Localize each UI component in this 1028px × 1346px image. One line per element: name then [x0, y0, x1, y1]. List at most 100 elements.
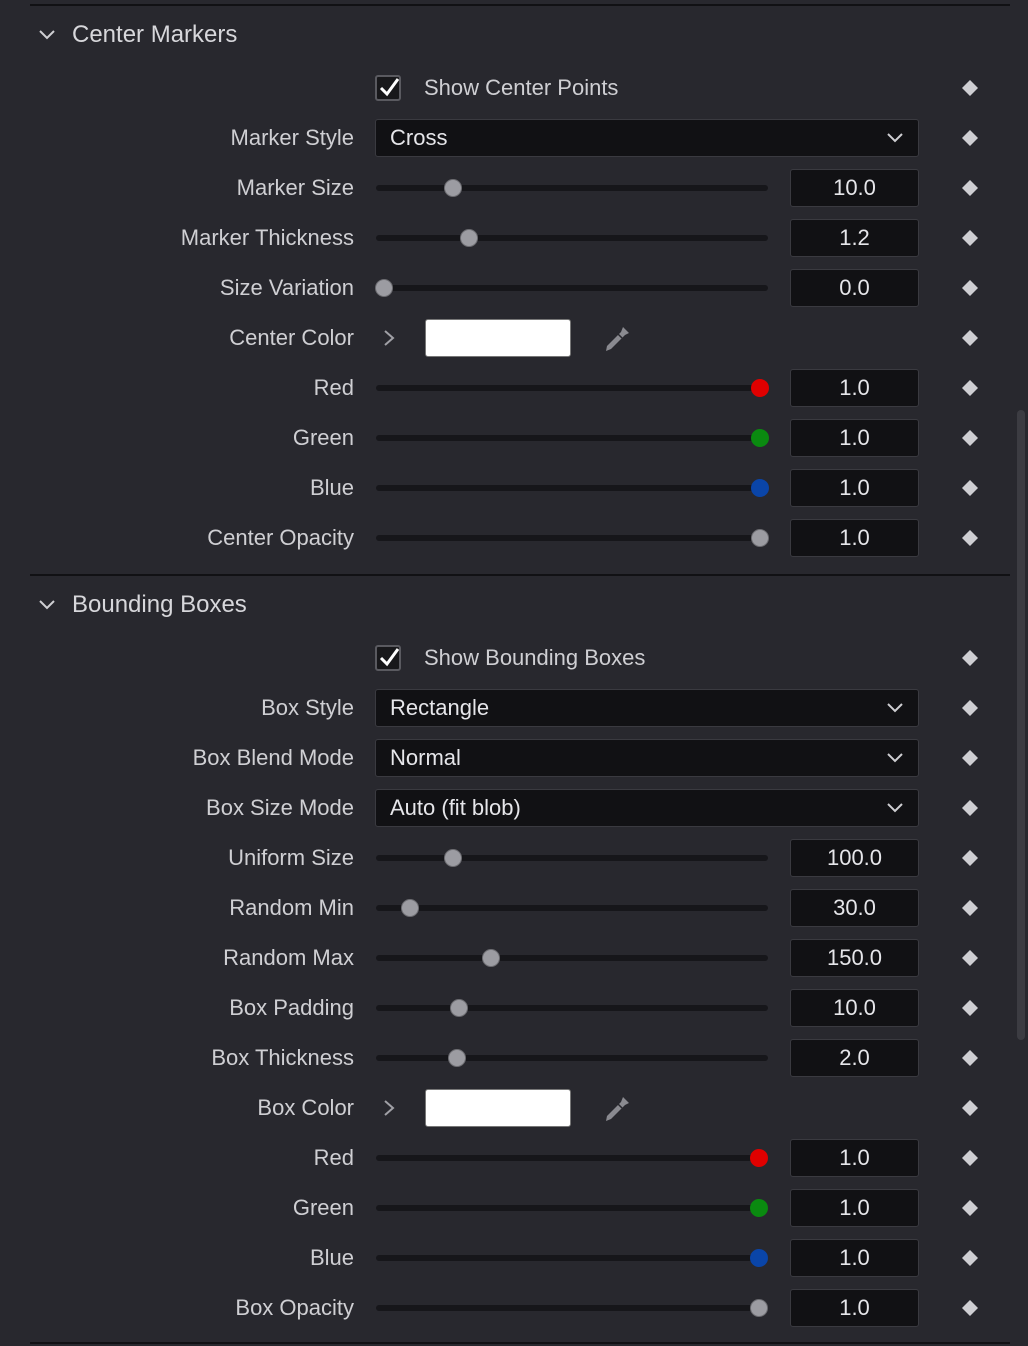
keyframe-diamond-icon[interactable] — [961, 229, 979, 247]
keyframe-diamond-icon[interactable] — [961, 899, 979, 917]
field-label: Marker Size — [236, 175, 354, 200]
keyframe-diamond-icon[interactable] — [961, 329, 979, 347]
size-variation-input[interactable]: 0.0 — [790, 269, 919, 307]
slider-knob[interactable] — [459, 229, 478, 247]
box-red-input[interactable]: 1.0 — [790, 1139, 919, 1177]
marker-thickness-input[interactable]: 1.2 — [790, 219, 919, 257]
box-size-mode-row: Box Size Mode Auto (fit blob) — [0, 783, 1028, 833]
box-opacity-input[interactable]: 1.0 — [790, 1289, 919, 1327]
size-variation-slider[interactable] — [374, 279, 768, 297]
center-color-row: Center Color — [0, 313, 1028, 363]
center-red-slider[interactable] — [376, 379, 770, 397]
box-padding-slider[interactable] — [376, 999, 768, 1017]
random-max-slider[interactable] — [376, 949, 768, 967]
marker-thickness-slider[interactable] — [376, 229, 768, 247]
slider-knob[interactable] — [443, 849, 462, 867]
marker-size-slider[interactable] — [376, 179, 768, 197]
slider-knob[interactable] — [374, 279, 393, 297]
keyframe-diamond-icon[interactable] — [961, 129, 979, 147]
center-markers-header[interactable]: Center Markers — [38, 15, 237, 55]
random-max-input[interactable]: 150.0 — [790, 939, 919, 977]
slider-knob[interactable] — [751, 479, 770, 497]
keyframe-diamond-icon[interactable] — [961, 1199, 979, 1217]
keyframe-diamond-icon[interactable] — [961, 179, 979, 197]
center-opacity-row: Center Opacity 1.0 — [0, 513, 1028, 563]
keyframe-diamond-icon[interactable] — [961, 479, 979, 497]
center-red-input[interactable]: 1.0 — [790, 369, 919, 407]
chevron-down-icon — [887, 803, 903, 813]
field-label: Uniform Size — [228, 845, 354, 870]
center-blue-slider[interactable] — [376, 479, 770, 497]
box-thickness-slider[interactable] — [376, 1049, 768, 1067]
keyframe-diamond-icon[interactable] — [961, 649, 979, 667]
center-green-slider[interactable] — [376, 429, 770, 447]
center-blue-row: Blue 1.0 — [0, 463, 1028, 513]
eyedropper-icon[interactable] — [601, 323, 633, 355]
slider-knob[interactable] — [750, 1199, 769, 1217]
box-blue-input[interactable]: 1.0 — [790, 1239, 919, 1277]
center-green-input[interactable]: 1.0 — [790, 419, 919, 457]
random-min-slider[interactable] — [376, 899, 768, 917]
slider-knob[interactable] — [448, 1049, 467, 1067]
slider-knob[interactable] — [750, 1149, 769, 1167]
box-size-mode-dropdown[interactable]: Auto (fit blob) — [375, 789, 919, 827]
keyframe-diamond-icon[interactable] — [961, 749, 979, 767]
box-padding-input[interactable]: 10.0 — [790, 989, 919, 1027]
slider-knob[interactable] — [751, 529, 770, 547]
chevron-down-icon — [39, 30, 55, 40]
section-divider — [30, 574, 1010, 576]
slider-knob[interactable] — [401, 899, 420, 917]
keyframe-diamond-icon[interactable] — [961, 1099, 979, 1117]
keyframe-diamond-icon[interactable] — [961, 849, 979, 867]
box-blue-slider[interactable] — [376, 1249, 769, 1267]
chevron-down-icon — [39, 600, 55, 610]
box-green-input[interactable]: 1.0 — [790, 1189, 919, 1227]
center-blue-input[interactable]: 1.0 — [790, 469, 919, 507]
keyframe-diamond-icon[interactable] — [961, 699, 979, 717]
keyframe-diamond-icon[interactable] — [961, 999, 979, 1017]
slider-knob[interactable] — [481, 949, 500, 967]
keyframe-diamond-icon[interactable] — [961, 799, 979, 817]
keyframe-diamond-icon[interactable] — [961, 79, 979, 97]
keyframe-diamond-icon[interactable] — [961, 1249, 979, 1267]
random-min-row: Random Min 30.0 — [0, 883, 1028, 933]
field-label: Random Max — [223, 945, 354, 970]
uniform-size-input[interactable]: 100.0 — [790, 839, 919, 877]
box-thickness-row: Box Thickness 2.0 — [0, 1033, 1028, 1083]
slider-knob[interactable] — [450, 999, 469, 1017]
keyframe-diamond-icon[interactable] — [961, 529, 979, 547]
keyframe-diamond-icon[interactable] — [961, 1149, 979, 1167]
slider-knob[interactable] — [750, 1249, 769, 1267]
keyframe-diamond-icon[interactable] — [961, 429, 979, 447]
chevron-right-icon[interactable] — [380, 328, 398, 348]
bounding-boxes-header[interactable]: Bounding Boxes — [38, 585, 247, 625]
show-center-points-checkbox[interactable] — [375, 75, 401, 101]
slider-knob[interactable] — [751, 429, 770, 447]
box-color-row: Box Color — [0, 1083, 1028, 1133]
marker-size-input[interactable]: 10.0 — [790, 169, 919, 207]
slider-knob[interactable] — [750, 1299, 769, 1317]
box-blend-mode-dropdown[interactable]: Normal — [375, 739, 919, 777]
center-color-swatch[interactable] — [425, 319, 571, 357]
keyframe-diamond-icon[interactable] — [961, 379, 979, 397]
box-style-dropdown[interactable]: Rectangle — [375, 689, 919, 727]
center-opacity-input[interactable]: 1.0 — [790, 519, 919, 557]
marker-style-dropdown[interactable]: Cross — [375, 119, 919, 157]
eyedropper-icon[interactable] — [601, 1093, 633, 1125]
box-color-swatch[interactable] — [425, 1089, 571, 1127]
uniform-size-slider[interactable] — [376, 849, 768, 867]
random-min-input[interactable]: 30.0 — [790, 889, 919, 927]
keyframe-diamond-icon[interactable] — [961, 1299, 979, 1317]
keyframe-diamond-icon[interactable] — [961, 1049, 979, 1067]
center-opacity-slider[interactable] — [376, 529, 770, 547]
box-green-slider[interactable] — [376, 1199, 769, 1217]
keyframe-diamond-icon[interactable] — [961, 279, 979, 297]
box-thickness-input[interactable]: 2.0 — [790, 1039, 919, 1077]
slider-knob[interactable] — [443, 179, 462, 197]
chevron-right-icon[interactable] — [380, 1098, 398, 1118]
box-red-slider[interactable] — [376, 1149, 769, 1167]
box-opacity-slider[interactable] — [376, 1299, 769, 1317]
show-bounding-boxes-checkbox[interactable] — [375, 645, 401, 671]
slider-knob[interactable] — [751, 379, 770, 397]
keyframe-diamond-icon[interactable] — [961, 949, 979, 967]
